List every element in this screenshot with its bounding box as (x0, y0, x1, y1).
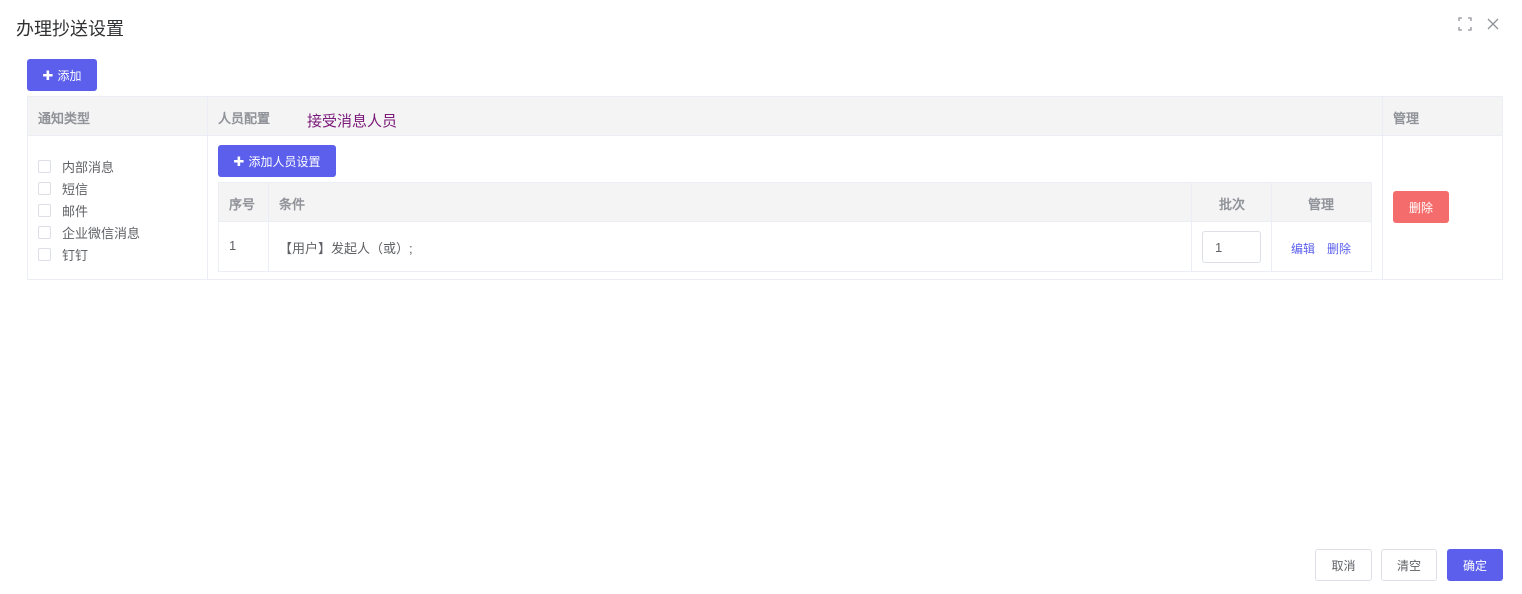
column-divider (1191, 183, 1192, 271)
notify-type-email[interactable]: 邮件 (38, 199, 140, 221)
checkbox-icon[interactable] (38, 181, 51, 195)
checkbox-label: 内部消息 (62, 159, 115, 175)
add-person-setting-button[interactable]: ✚ 添加人员设置 (218, 145, 336, 177)
notify-settings-header: 通知类型 人员配置 接受消息人员 管理 (28, 97, 1502, 136)
plus-icon: ✚ (42, 67, 54, 83)
fullscreen-icon[interactable] (1457, 16, 1473, 32)
checkbox-label: 短信 (62, 181, 89, 197)
row-index: 1 (229, 238, 237, 253)
notify-settings-table: 通知类型 人员配置 接受消息人员 管理 内部消息 短信 邮件 企业微信消息 钉钉… (27, 96, 1503, 280)
confirm-button[interactable]: 确定 (1447, 549, 1503, 581)
add-button[interactable]: ✚ 添加 (27, 59, 97, 91)
notify-type-internal[interactable]: 内部消息 (38, 155, 140, 177)
edit-link[interactable]: 编辑 (1291, 240, 1315, 257)
close-icon[interactable] (1485, 16, 1501, 32)
batch-input[interactable] (1202, 231, 1261, 263)
column-divider (268, 183, 269, 271)
checkbox-icon[interactable] (38, 203, 51, 217)
cancel-button[interactable]: 取消 (1315, 549, 1372, 581)
add-button-label: 添加 (57, 68, 82, 83)
header-condition: 条件 (279, 197, 306, 212)
column-divider (1382, 97, 1383, 279)
add-person-setting-label: 添加人员设置 (248, 154, 321, 169)
header-manage: 管理 (1393, 111, 1420, 126)
header-notify-type: 通知类型 (38, 111, 91, 126)
notify-type-dingtalk[interactable]: 钉钉 (38, 243, 140, 265)
header-batch: 批次 (1219, 197, 1246, 212)
header-manage: 管理 (1308, 197, 1335, 212)
checkbox-label: 企业微信消息 (62, 225, 141, 241)
column-divider (1271, 183, 1272, 271)
plus-icon: ✚ (233, 153, 245, 169)
header-index: 序号 (229, 197, 256, 212)
column-divider (207, 97, 208, 279)
header-person-config: 人员配置 (218, 111, 271, 126)
checkbox-icon[interactable] (38, 225, 51, 239)
person-config-table: 序号 条件 批次 管理 1 【用户】发起人（或）; 编辑 删除 (218, 182, 1372, 272)
checkbox-label: 邮件 (62, 203, 89, 219)
notify-type-sms[interactable]: 短信 (38, 177, 140, 199)
dialog-title: 办理抄送设置 (16, 19, 124, 39)
checkbox-icon[interactable] (38, 247, 51, 261)
receiver-hint: 接受消息人员 (307, 113, 398, 130)
delete-button[interactable]: 删除 (1393, 191, 1449, 223)
notify-type-list: 内部消息 短信 邮件 企业微信消息 钉钉 (38, 155, 140, 265)
row-condition: 【用户】发起人（或）; (279, 241, 413, 256)
person-config-header: 序号 条件 批次 管理 (219, 183, 1371, 222)
clear-button[interactable]: 清空 (1381, 549, 1437, 581)
checkbox-label: 钉钉 (62, 247, 89, 263)
checkbox-icon[interactable] (38, 159, 51, 173)
row-delete-link[interactable]: 删除 (1327, 240, 1351, 257)
notify-type-wecom[interactable]: 企业微信消息 (38, 221, 140, 243)
